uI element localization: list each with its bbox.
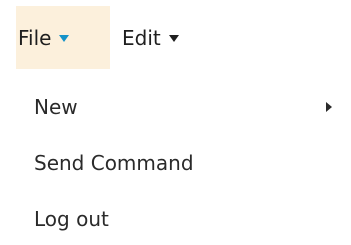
- menu-item-log-out[interactable]: Log out: [16, 191, 351, 245]
- file-dropdown-menu: New Send Command Log out: [16, 69, 351, 245]
- menu-edit-label: Edit: [122, 25, 161, 50]
- menu-bar: File Edit: [0, 0, 351, 69]
- menu-item-new[interactable]: New: [16, 79, 351, 135]
- app-window: File Edit New Send Command Log out: [0, 0, 351, 245]
- menu-item-new-label: New: [34, 95, 78, 119]
- chevron-right-icon: [326, 102, 332, 112]
- menu-item-send-command-label: Send Command: [34, 151, 194, 175]
- menu-item-log-out-label: Log out: [34, 207, 109, 231]
- caret-down-icon: [168, 35, 179, 42]
- menu-item-send-command[interactable]: Send Command: [16, 135, 351, 191]
- menu-file[interactable]: File: [16, 6, 110, 69]
- menu-edit[interactable]: Edit: [122, 6, 192, 69]
- menu-file-label: File: [18, 25, 52, 50]
- caret-down-icon: [59, 35, 70, 42]
